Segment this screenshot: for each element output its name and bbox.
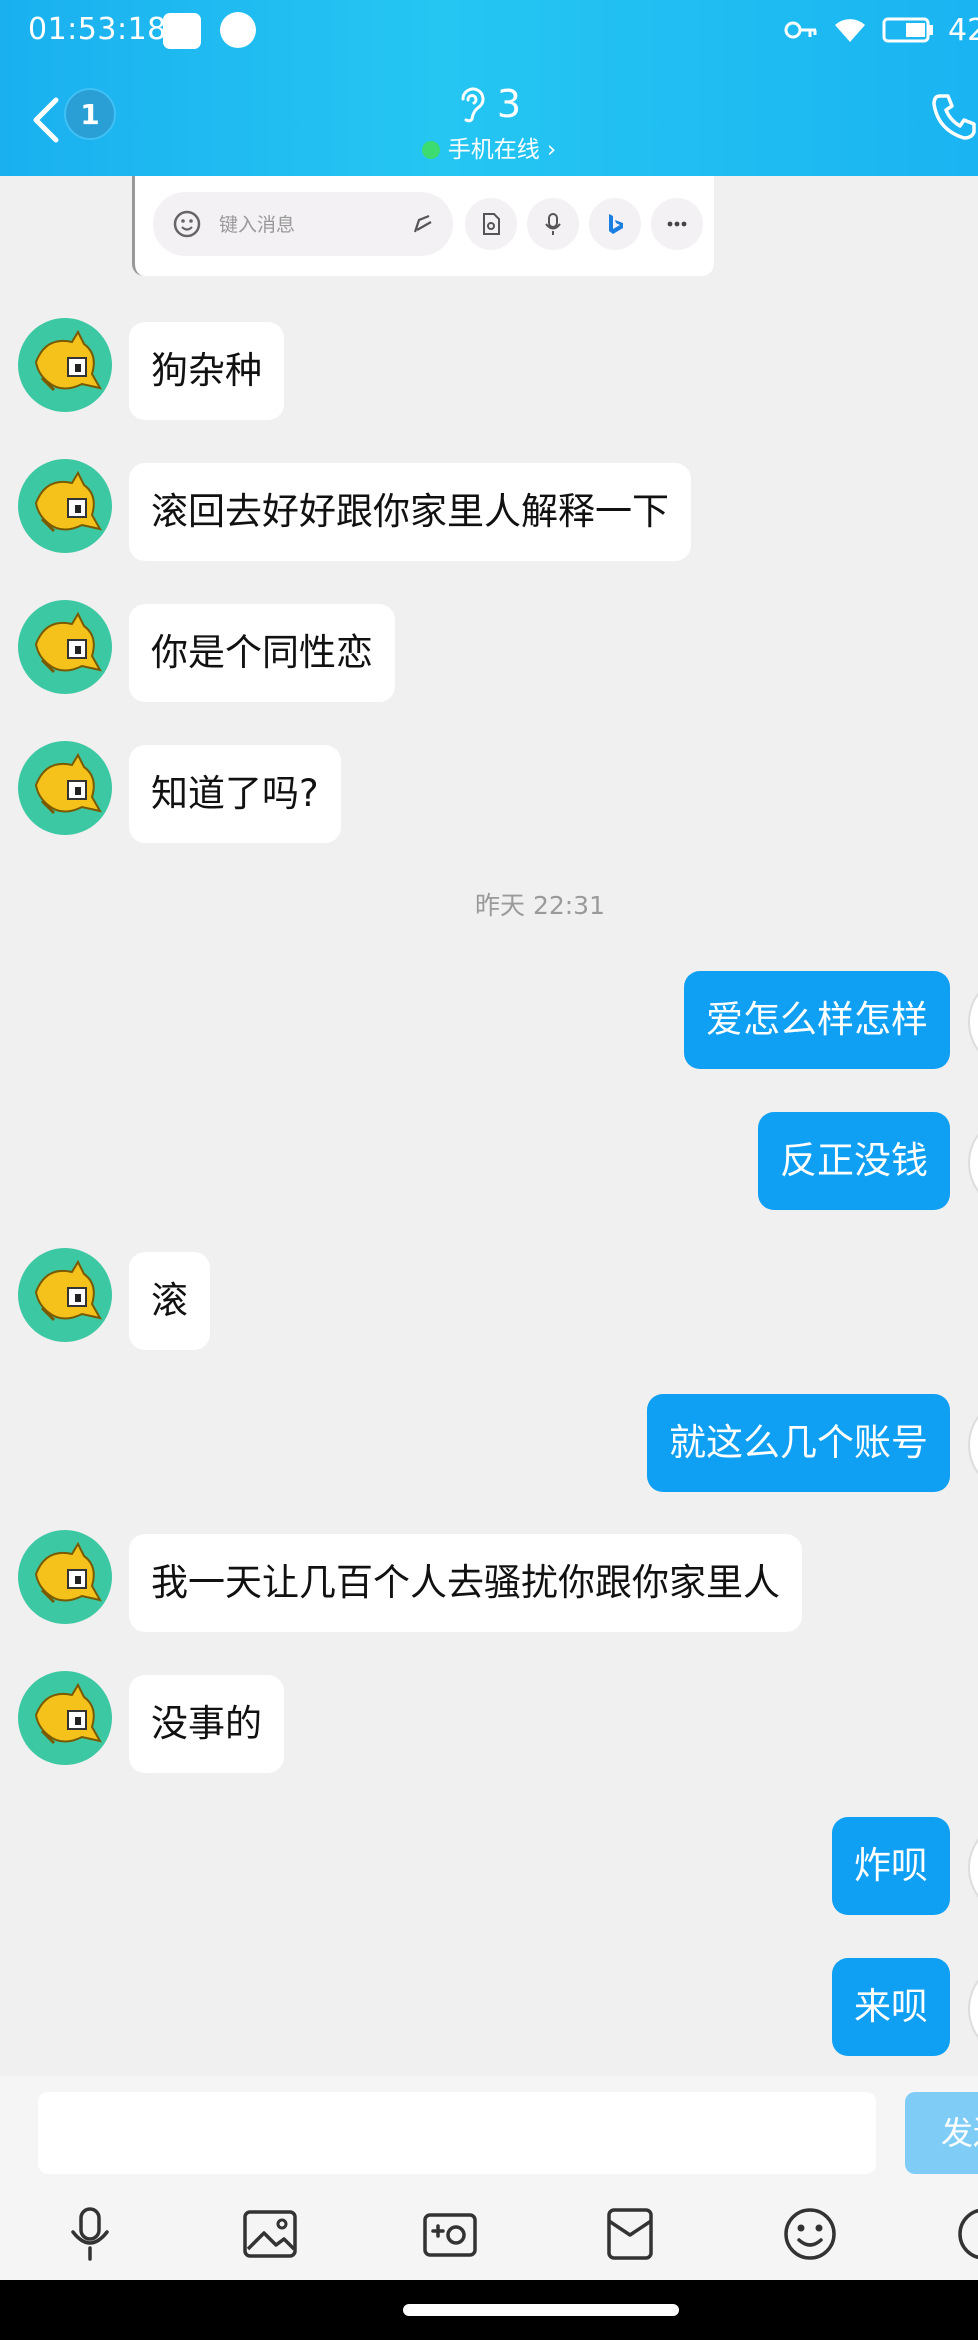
my-avatar[interactable] [968,1396,978,1494]
snippet-placeholder: 键入消息 [219,214,296,236]
battery-percent: 42 [948,12,978,48]
contact-avatar[interactable] [18,1671,112,1765]
image-icon[interactable] [238,2202,302,2266]
contact-avatar[interactable] [18,459,112,553]
snippet-emoji-icon [173,210,201,238]
message-bubble-incoming[interactable]: 你是个同性恋 [129,604,395,702]
contact-avatar[interactable] [18,318,112,412]
red-envelope-icon[interactable] [598,2202,662,2266]
emoji-icon[interactable] [778,2202,842,2266]
contact-avatar[interactable] [18,1248,112,1342]
status-right: 42 [784,10,978,50]
my-avatar[interactable] [968,973,978,1071]
snippet-input: 键入消息 [153,192,453,256]
my-avatar[interactable] [968,1819,978,1917]
snippet-bing-icon [589,198,641,250]
snippet-pen-icon [413,214,432,233]
wifi-icon [835,19,865,42]
status-bar: 01:53:18 42 [0,0,978,62]
notification-square-icon [163,13,201,49]
message-bubble-incoming[interactable]: 知道了吗? [129,745,341,843]
key-icon [784,21,817,39]
contact-name: 3 [496,82,522,126]
message-bubble-outgoing[interactable]: 反正没钱 [758,1112,950,1210]
message-list[interactable]: 键入消息 狗杂种 滚回去好好跟你家里人解释一下 你是个同性恋 知道了吗? 昨天 … [0,176,978,2076]
message-bubble-outgoing[interactable]: 来呗 [832,1958,950,2056]
message-bubble-outgoing[interactable]: 就这么几个账号 [647,1394,950,1492]
system-nav-bar [0,2280,978,2340]
shared-screenshot-image[interactable]: 键入消息 [132,176,714,276]
message-bubble-incoming[interactable]: 滚 [129,1252,210,1350]
chevron-right-icon: › [547,137,557,163]
message-bubble-incoming[interactable]: 我一天让几百个人去骚扰你跟你家里人 [129,1534,802,1632]
message-input[interactable] [38,2092,876,2174]
my-avatar[interactable] [968,1114,978,1212]
message-bubble-incoming[interactable]: 没事的 [129,1675,284,1773]
online-dot-icon [421,141,440,159]
message-bubble-outgoing[interactable]: 炸呗 [832,1817,950,1915]
chat-header: 01:53:18 42 1 3 手机在线 › [0,0,978,176]
earpiece-icon [461,87,485,123]
composer-bar: 发送 [0,2076,978,2190]
phone-icon[interactable] [932,92,978,142]
online-status[interactable]: 手机在线 › [0,130,978,164]
snippet-file-icon [465,198,517,250]
contact-avatar[interactable] [18,600,112,694]
notification-circle-icon [220,12,256,48]
composer-toolbar [0,2190,978,2280]
snippet-mic-icon [527,198,579,250]
message-bubble-incoming[interactable]: 狗杂种 [129,322,284,420]
battery-icon [882,17,933,43]
more-icon[interactable] [952,2202,978,2266]
message-timestamp: 昨天 22:31 [475,891,605,920]
contact-title[interactable]: 3 [457,82,521,126]
contact-avatar[interactable] [18,741,112,835]
home-gesture-handle[interactable] [403,2304,679,2316]
snippet-more-icon [651,198,703,250]
title-wrap: 3 [0,82,978,127]
contact-avatar[interactable] [18,1530,112,1624]
camera-icon[interactable] [418,2202,482,2266]
mic-icon[interactable] [58,2202,122,2266]
my-avatar[interactable] [968,1960,978,2058]
status-time: 01:53:18 [28,12,167,47]
online-status-text: 手机在线 [447,137,540,163]
message-bubble-outgoing[interactable]: 爱怎么样怎样 [684,971,950,1069]
send-button[interactable]: 发送 [905,2092,978,2174]
message-bubble-incoming[interactable]: 滚回去好好跟你家里人解释一下 [129,463,691,561]
